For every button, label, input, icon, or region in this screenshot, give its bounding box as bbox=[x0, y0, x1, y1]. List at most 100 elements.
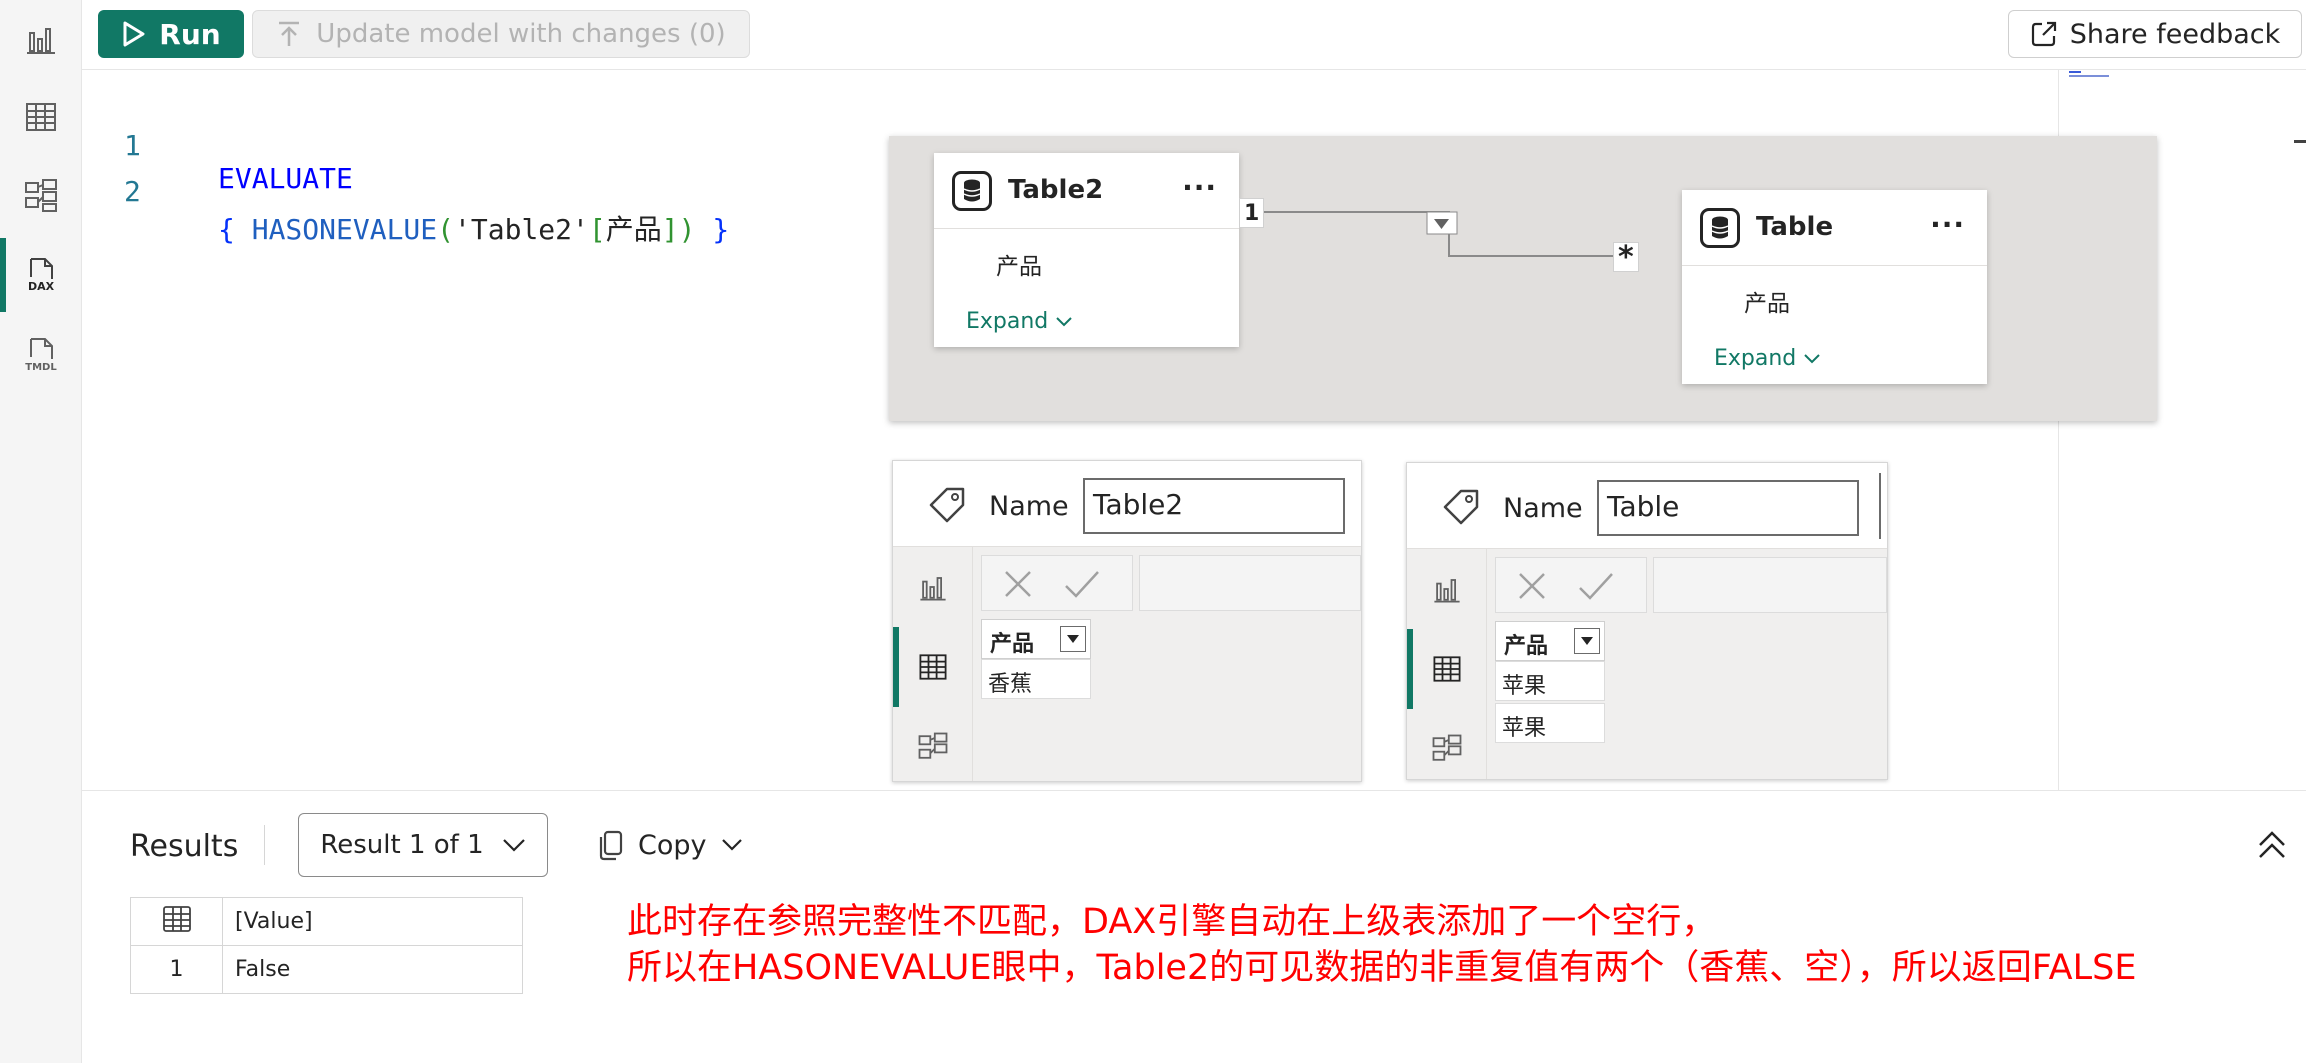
annotation-line-1: 此时存在参照完整性不匹配，DAX引擎自动在上级表添加了一个空行， bbox=[627, 902, 1717, 942]
model-diagram-icon bbox=[918, 732, 948, 759]
tag-icon bbox=[929, 487, 965, 523]
run-button[interactable]: Run bbox=[98, 10, 244, 58]
code-line-1: 1 EVALUATE bbox=[82, 96, 353, 195]
results-title: Results bbox=[130, 829, 239, 864]
table-card-table[interactable]: Table ··· 产品 Expand bbox=[1682, 190, 1987, 384]
report-view-button[interactable] bbox=[1407, 549, 1487, 629]
name-bar: Name Table bbox=[1407, 463, 1887, 549]
tmdl-document-icon: TMDL bbox=[25, 338, 57, 373]
cancel-icon[interactable] bbox=[1002, 568, 1034, 600]
more-options-button[interactable]: ··· bbox=[1182, 171, 1217, 204]
chevron-down-icon bbox=[721, 839, 742, 851]
table-grid-icon bbox=[919, 654, 947, 680]
table-name-input[interactable]: Table bbox=[1597, 480, 1859, 536]
column-header-label: 产品 bbox=[990, 632, 1035, 657]
table-cell[interactable]: 苹果 bbox=[1495, 661, 1605, 701]
formula-bar-actions bbox=[981, 555, 1133, 611]
table-header-icon-cell bbox=[130, 897, 223, 946]
report-view-button[interactable] bbox=[0, 0, 82, 78]
table-header-row: [Value] bbox=[130, 897, 523, 946]
toolbar: Run Update model with changes (0) Share … bbox=[82, 0, 2306, 70]
model-diagram-icon bbox=[25, 179, 57, 212]
column-header[interactable]: [Value] bbox=[222, 897, 523, 946]
divider bbox=[264, 825, 265, 865]
table-card-header: Table2 ··· bbox=[934, 153, 1239, 229]
copy-label: Copy bbox=[638, 829, 707, 861]
update-model-label: Update model with changes (0) bbox=[316, 19, 726, 49]
editor-scrollbar[interactable] bbox=[2248, 70, 2306, 790]
table-name: Table bbox=[1756, 212, 1834, 242]
relationship-line[interactable] bbox=[1239, 196, 1649, 286]
results-panel: Results Result 1 of 1 Copy [Value] 1 Fal… bbox=[82, 790, 2306, 1063]
chevron-down-icon bbox=[1056, 317, 1072, 327]
svg-text:DAX: DAX bbox=[28, 280, 55, 293]
share-feedback-label: Share feedback bbox=[2069, 18, 2281, 50]
cancel-icon[interactable] bbox=[1516, 570, 1548, 602]
pane-side-rail bbox=[893, 547, 973, 781]
copy-button[interactable]: Copy bbox=[598, 821, 743, 869]
svg-text:TMDL: TMDL bbox=[25, 362, 57, 373]
table-cell[interactable]: 苹果 bbox=[1495, 703, 1605, 743]
tag-icon bbox=[1443, 489, 1479, 525]
share-feedback-button[interactable]: Share feedback bbox=[2008, 10, 2302, 58]
column-name[interactable]: 产品 bbox=[1744, 284, 1790, 318]
column-name[interactable]: 产品 bbox=[996, 247, 1042, 281]
table-name: Table2 bbox=[1008, 175, 1104, 205]
table-pane-table: Name Table 产品 苹果 苹果 bbox=[1406, 462, 1888, 780]
confirm-check-icon[interactable] bbox=[1576, 570, 1616, 602]
annotation-line-2: 所以在HASONEVALUE眼中，Table2的可见数据的非重复值有两个（香蕉、… bbox=[627, 948, 2137, 988]
confirm-check-icon[interactable] bbox=[1062, 568, 1102, 600]
bar-chart-icon bbox=[1434, 579, 1460, 603]
table-grid-icon bbox=[26, 103, 56, 131]
filter-arrow-icon bbox=[1581, 637, 1593, 645]
table-view-button[interactable] bbox=[893, 627, 973, 707]
tmdl-view-button[interactable]: TMDL bbox=[0, 316, 82, 394]
formula-bar-input[interactable] bbox=[1139, 555, 1361, 611]
formula-bar-input[interactable] bbox=[1653, 557, 1887, 613]
collapse-panel-icon[interactable] bbox=[2254, 827, 2290, 863]
run-label: Run bbox=[159, 17, 221, 51]
more-options-button[interactable]: ··· bbox=[1930, 208, 1965, 241]
expand-link[interactable]: Expand bbox=[1714, 346, 1821, 371]
line-number: 2 bbox=[124, 175, 141, 208]
copy-icon bbox=[599, 830, 623, 861]
column-header-label: 产品 bbox=[1504, 634, 1549, 659]
dax-document-icon: DAX bbox=[28, 258, 55, 293]
name-label: Name bbox=[989, 491, 1069, 522]
column-header[interactable]: 产品 bbox=[981, 619, 1091, 659]
bar-chart-icon bbox=[27, 28, 55, 54]
report-view-button[interactable] bbox=[893, 547, 973, 627]
table-grid-icon bbox=[162, 905, 191, 932]
result-selector-label: Result 1 of 1 bbox=[320, 830, 484, 860]
table-cell[interactable]: False bbox=[222, 945, 523, 994]
dax-query-view-button[interactable]: DAX bbox=[0, 236, 82, 314]
table-pane-table2: Name Table2 产品 香蕉 bbox=[892, 460, 1362, 782]
table-card-header: Table ··· bbox=[1682, 190, 1987, 266]
table-card-table2[interactable]: Table2 ··· 产品 Expand bbox=[934, 153, 1239, 347]
table-name-input[interactable]: Table2 bbox=[1083, 478, 1345, 534]
column-header[interactable]: 产品 bbox=[1495, 621, 1605, 661]
pane-side-rail bbox=[1407, 549, 1487, 779]
row-index: 1 bbox=[130, 945, 223, 994]
filter-dropdown-button[interactable] bbox=[1060, 626, 1086, 652]
update-model-button[interactable]: Update model with changes (0) bbox=[252, 10, 750, 58]
table-cell[interactable]: 香蕉 bbox=[981, 659, 1091, 699]
table-view-button[interactable] bbox=[0, 78, 82, 156]
name-label: Name bbox=[1503, 493, 1583, 524]
model-view-button[interactable] bbox=[1407, 709, 1487, 789]
model-view-button[interactable] bbox=[0, 156, 82, 234]
arrow-up-icon bbox=[279, 21, 300, 46]
one-side-label: 1 bbox=[1239, 198, 1265, 228]
model-view-button[interactable] bbox=[893, 707, 973, 787]
table-grid-icon bbox=[1433, 656, 1461, 682]
table-view-button[interactable] bbox=[1407, 629, 1487, 709]
expand-label: Expand bbox=[1714, 346, 1797, 371]
code-text: { HASONEVALUE('Table2'[产品]) } bbox=[218, 213, 730, 246]
database-icon bbox=[1700, 208, 1740, 248]
code-line-2: 2 { HASONEVALUE('Table2'[产品]) } bbox=[82, 142, 729, 246]
chevron-down-icon bbox=[1804, 354, 1820, 364]
filter-dropdown-button[interactable] bbox=[1574, 628, 1600, 654]
expand-link[interactable]: Expand bbox=[966, 309, 1073, 334]
results-table: [Value] 1 False bbox=[130, 897, 523, 994]
result-selector-dropdown[interactable]: Result 1 of 1 bbox=[298, 813, 548, 877]
